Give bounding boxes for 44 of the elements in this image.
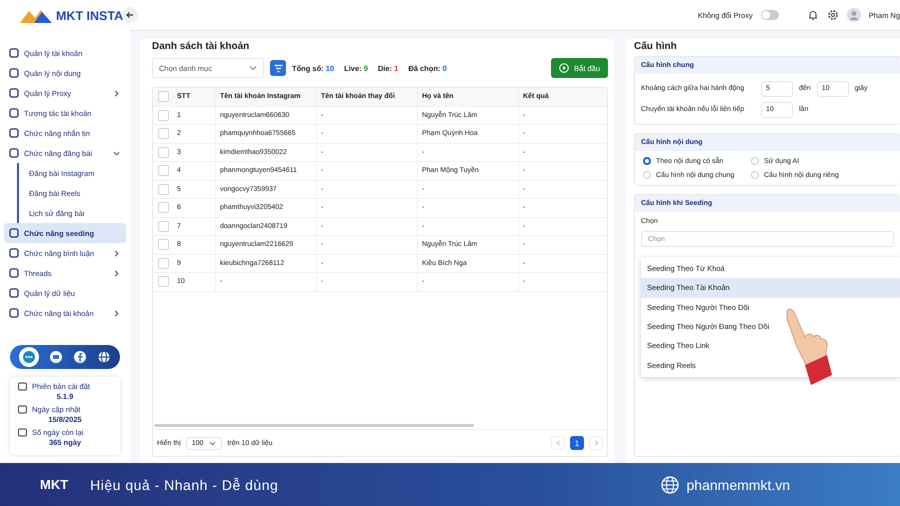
- previous-page-button[interactable]: [551, 436, 565, 450]
- support-agent-icon[interactable]: [19, 347, 39, 367]
- arrow-left-icon: [126, 11, 134, 19]
- row-checkbox[interactable]: [158, 258, 168, 269]
- avatar-icon[interactable]: [846, 8, 861, 22]
- info-icon: [18, 382, 27, 391]
- row-checkbox[interactable]: [158, 220, 168, 232]
- bell-icon[interactable]: [806, 9, 819, 21]
- brand-logo-text: MKT: [40, 477, 68, 492]
- radio-button[interactable]: [643, 157, 651, 165]
- info-icon: [18, 428, 27, 437]
- row-checkbox[interactable]: [158, 110, 168, 121]
- filter-button[interactable]: [270, 60, 286, 76]
- app-logo-text: MKT INSTA: [56, 9, 124, 23]
- chevron-down-icon: [249, 64, 257, 72]
- play-icon: [559, 63, 570, 73]
- globe-icon[interactable]: [97, 350, 111, 364]
- chevron-down-icon: [209, 440, 216, 446]
- section-title: Cấu hình: [634, 40, 678, 54]
- section-title: Danh sách tài khoản: [151, 40, 250, 54]
- select-all-checkbox[interactable]: [158, 91, 168, 102]
- filter-icon: [274, 64, 282, 72]
- horizontal-scrollbar[interactable]: [154, 424, 474, 427]
- mountain-logo-icon: [20, 9, 54, 23]
- row-checkbox[interactable]: [158, 128, 168, 140]
- slogan-text: Hiệu quả - Nhanh - Dễ dùng: [90, 476, 278, 492]
- row-checkbox[interactable]: [158, 239, 168, 250]
- website-text[interactable]: phanmemmkt.vn: [686, 476, 790, 492]
- facebook-icon[interactable]: [73, 350, 87, 364]
- row-checkbox[interactable]: [158, 165, 168, 176]
- info-icon: [18, 405, 27, 414]
- settings-icon[interactable]: [826, 9, 839, 21]
- row-checkbox[interactable]: [158, 146, 168, 158]
- globe-icon: [660, 476, 679, 494]
- chevron-left-icon: [556, 440, 560, 446]
- proxy-toggle[interactable]: [760, 10, 779, 20]
- chevron-right-icon: [594, 440, 598, 446]
- collapse-sidebar-button[interactable]: [122, 7, 138, 23]
- next-page-button[interactable]: [589, 436, 603, 450]
- page-button[interactable]: 1: [570, 436, 584, 450]
- row-checkbox[interactable]: [158, 202, 168, 214]
- row-checkbox[interactable]: [158, 184, 168, 195]
- chat-bubble-icon[interactable]: [49, 350, 63, 364]
- row-checkbox[interactable]: [158, 276, 168, 288]
